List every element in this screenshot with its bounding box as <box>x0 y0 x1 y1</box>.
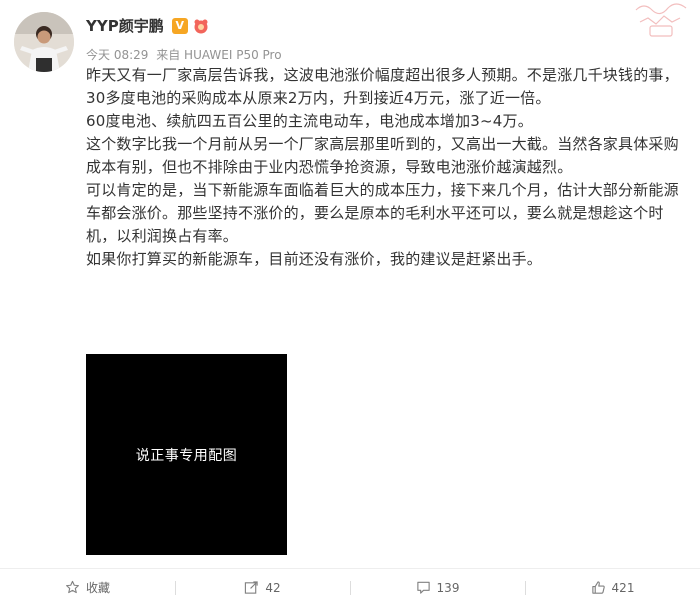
comment-count: 139 <box>436 580 460 595</box>
fan-level-badge-icon <box>192 18 210 34</box>
stamp-icon <box>635 3 687 37</box>
post-paragraph: 这个数字比我一个月前从另一个厂家高层那里听到的，又高出一大截。当然各家具体采购成… <box>86 135 679 176</box>
verified-badge-icon: V <box>171 18 188 34</box>
comment-icon <box>416 581 430 594</box>
post-time[interactable]: 今天 08:29 <box>86 48 148 62</box>
post-paragraph: 可以肯定的是，当下新能源车面临着巨大的成本压力，接下来几个月，估计大部分新能源车… <box>86 181 679 245</box>
post-paragraph: 昨天又有一厂家高层告诉我，这波电池涨价幅度超出很多人预期。不是涨几千块钱的事，3… <box>86 66 679 107</box>
favorite-button[interactable]: 收藏 <box>0 569 175 606</box>
like-button[interactable]: 421 <box>525 569 700 606</box>
post-paragraph: 60度电池、续航四五百公里的主流电动车，电池成本增加3~4万。 <box>86 112 533 130</box>
thumbs-up-icon <box>591 581 605 594</box>
action-bar: 收藏 42 139 421 <box>0 568 700 606</box>
star-icon <box>66 580 79 594</box>
avatar-photo <box>14 12 74 72</box>
post-paragraph: 如果你打算买的新能源车，目前还没有涨价，我的建议是赶紧出手。 <box>86 250 543 268</box>
post-image-caption: 说正事专用配图 <box>135 447 238 464</box>
repost-icon <box>245 581 259 594</box>
post-meta: 今天 08:29 来自 HUAWEI P50 Pro <box>86 46 286 64</box>
repost-button[interactable]: 42 <box>175 569 350 606</box>
post-source: 来自 HUAWEI P50 Pro <box>156 48 282 62</box>
author-name[interactable]: YYP颜宇鹏 <box>86 15 164 37</box>
favorite-label: 收藏 <box>85 581 110 595</box>
repost-count: 42 <box>265 580 281 595</box>
post-image[interactable]: 说正事专用配图 <box>86 354 287 555</box>
author-name-row: YYP颜宇鹏 V <box>86 15 210 37</box>
avatar[interactable] <box>14 12 74 72</box>
like-count: 421 <box>611 580 635 595</box>
comment-button[interactable]: 139 <box>350 569 525 606</box>
post-content: 昨天又有一厂家高层告诉我，这波电池涨价幅度超出很多人预期。不是涨几千块钱的事，3… <box>86 64 686 271</box>
